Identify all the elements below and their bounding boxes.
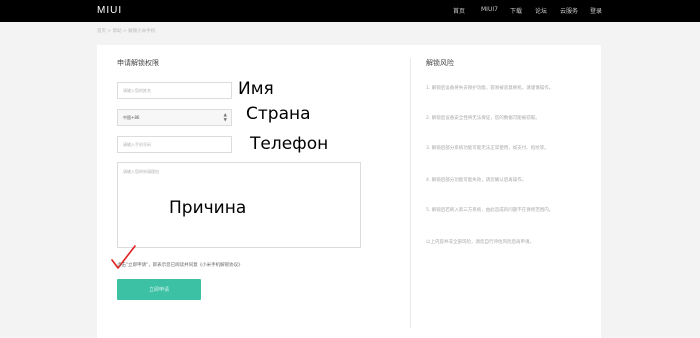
breadcrumb[interactable]: 首页 > 帮助 > 解锁小米手机: [97, 28, 155, 34]
risk-paragraph-4: 4. 解锁后部分功能可能失效，请您确认后再操作。: [426, 178, 527, 183]
agreement-prefix: 点击"立即申请"，即表示您已阅读并同意: [117, 263, 198, 268]
risk-paragraph-1: 1. 解锁后设备将失去保护功能，容易被恶意刷机，请谨慎操作。: [426, 86, 554, 91]
phone-placeholder: 请输入手机号码: [123, 142, 151, 147]
reason-placeholder: 请输入您的申请理由: [123, 169, 159, 174]
risk-paragraph-5: 5. 解锁后若刷入第三方系统，由此造成的问题不在保修范围内。: [426, 208, 554, 213]
name-annotation: Имя: [238, 79, 274, 99]
country-select[interactable]: 中国+86 ▲ ▼: [117, 109, 232, 126]
nav-miui7[interactable]: MIUI7: [481, 6, 498, 13]
phone-input[interactable]: 请输入手机号码: [117, 136, 232, 153]
risk-paragraph-2: 2. 解锁后设备安全性将无法保证，您的数据可能被窃取。: [426, 116, 540, 121]
agreement-text: 点击"立即申请"，即表示您已阅读并同意《小米手机解锁协议》: [117, 262, 243, 268]
country-annotation: Страна: [246, 104, 311, 124]
risk-title: 解锁风险: [426, 59, 454, 67]
risk-paragraph-6: 以上内容并非全部风险，请您自行评估风险后再申请。: [426, 240, 534, 245]
phone-annotation: Телефон: [250, 134, 329, 154]
nav-home[interactable]: 首页: [453, 6, 465, 15]
miui-logo[interactable]: MIUI: [97, 5, 122, 16]
nav-download[interactable]: 下载: [510, 6, 522, 15]
reason-annotation: Причина: [169, 198, 247, 218]
nav-cloud[interactable]: 云服务: [560, 6, 578, 15]
column-divider: [410, 58, 411, 328]
name-placeholder: 请输入您的姓名: [123, 88, 151, 93]
agreement-link[interactable]: 《小米手机解锁协议》: [198, 263, 243, 268]
select-arrows-icon: ▲ ▼: [223, 113, 227, 123]
nav-forum[interactable]: 论坛: [535, 6, 547, 15]
top-navigation-bar: MIUI 首页 MIUI7 下载 论坛 云服务 登录: [0, 0, 700, 22]
nav-login[interactable]: 登录: [590, 6, 602, 15]
name-input[interactable]: 请输入您的姓名: [117, 82, 232, 99]
submit-button[interactable]: 立即申请: [117, 279, 201, 300]
country-value: 中国+86: [123, 115, 140, 120]
risk-paragraph-3: 3. 解锁后部分系统功能可能无法正常使用，如支付、指纹等。: [426, 146, 549, 151]
form-title: 申请解锁权限: [117, 59, 159, 67]
